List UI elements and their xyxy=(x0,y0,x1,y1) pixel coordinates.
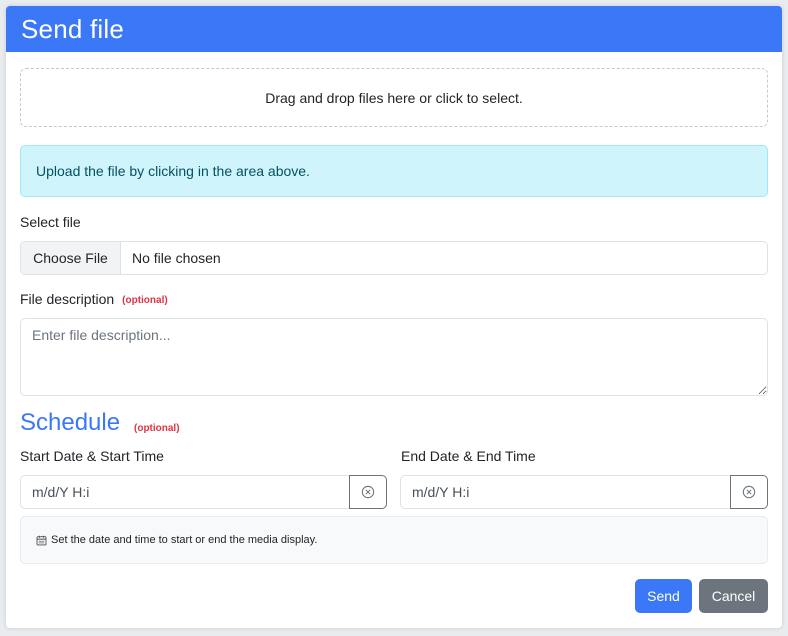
end-date-input[interactable] xyxy=(400,475,730,509)
file-description-label: File description (optional) xyxy=(20,291,168,307)
schedule-help: Set the date and time to start or end th… xyxy=(20,516,768,564)
modal-title: Send file xyxy=(21,13,124,44)
file-dropzone[interactable]: Drag and drop files here or click to sel… xyxy=(20,68,768,127)
end-date-group xyxy=(400,475,768,509)
cancel-button[interactable]: Cancel xyxy=(699,579,768,613)
circle-x-icon xyxy=(361,485,375,499)
circle-x-icon xyxy=(742,485,756,499)
calendar-icon xyxy=(36,535,47,545)
select-file-label: Select file xyxy=(20,214,81,230)
alert-text: Upload the file by clicking in the area … xyxy=(36,163,310,179)
modal-header: Send file xyxy=(6,6,782,52)
info-alert: Upload the file by clicking in the area … xyxy=(20,145,768,197)
file-description-field[interactable] xyxy=(20,318,768,396)
file-input[interactable]: Choose File No file chosen xyxy=(20,241,768,275)
end-date-clear-button[interactable] xyxy=(730,475,768,509)
dropzone-text: Drag and drop files here or click to sel… xyxy=(265,89,523,106)
start-date-group xyxy=(20,475,387,509)
optional-badge: (optional) xyxy=(122,295,168,306)
choose-file-button[interactable]: Choose File xyxy=(21,242,121,274)
send-button[interactable]: Send xyxy=(635,579,692,613)
file-status: No file chosen xyxy=(132,250,221,266)
file-description-label-text: File description xyxy=(20,291,115,307)
end-date-label: End Date & End Time xyxy=(401,448,536,464)
start-date-label: Start Date & Start Time xyxy=(20,448,164,464)
schedule-heading: Schedule xyxy=(20,409,121,436)
send-file-modal: Send file Drag and drop files here or cl… xyxy=(6,6,782,628)
start-date-clear-button[interactable] xyxy=(349,475,387,509)
schedule-help-text: Set the date and time to start or end th… xyxy=(51,534,318,546)
schedule-optional-badge: (optional) xyxy=(134,423,180,434)
start-date-input[interactable] xyxy=(20,475,349,509)
